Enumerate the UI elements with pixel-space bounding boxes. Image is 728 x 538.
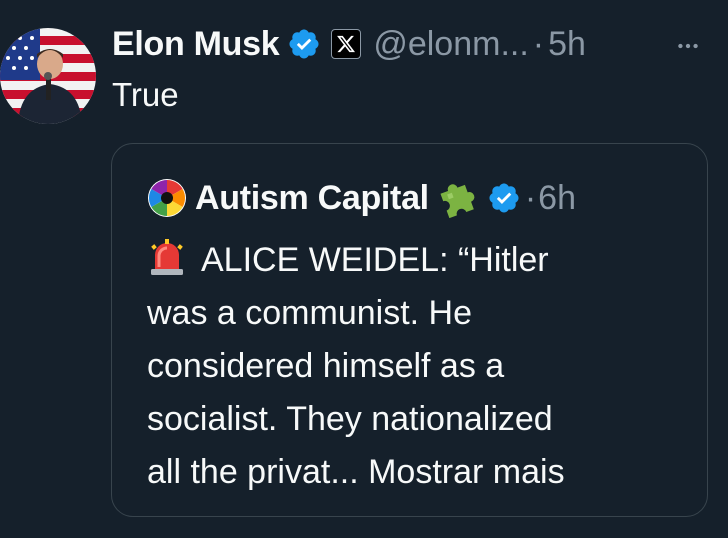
quoted-text-line-3: considered himself as a xyxy=(147,347,505,385)
puzzle-piece-icon xyxy=(437,177,479,219)
x-logo-icon xyxy=(331,29,362,59)
more-options-icon[interactable] xyxy=(668,26,708,66)
tweet-text: True xyxy=(112,76,179,113)
tweet[interactable]: Elon Musk @elonm... · 5h True Autism Cap… xyxy=(0,0,728,538)
quoted-tweet-card[interactable]: Autism Capital · 6h ALICE WEIDEL: “Hitle… xyxy=(111,143,708,517)
quoted-text-line-4: socialist. They nationalized xyxy=(147,400,553,438)
quoted-author-name[interactable]: Autism Capital xyxy=(195,179,429,218)
quoted-separator-dot: · xyxy=(524,178,537,217)
author-handle[interactable]: @elonm... xyxy=(373,25,528,64)
quoted-verified-badge-icon[interactable] xyxy=(487,181,521,215)
quoted-tweet-header: Autism Capital · 6h xyxy=(147,176,576,220)
verified-badge-icon[interactable] xyxy=(287,27,321,61)
quoted-text-line-1: ALICE WEIDEL: “Hitler xyxy=(201,241,549,279)
quoted-text-line-5[interactable]: all the privat... Mostrar mais xyxy=(147,446,687,499)
author-name[interactable]: Elon Musk xyxy=(112,25,280,64)
quoted-author-avatar[interactable] xyxy=(147,178,187,218)
quoted-text-line: ALICE WEIDEL: “Hitler xyxy=(147,234,687,287)
siren-icon xyxy=(147,237,187,277)
tweet-header: Elon Musk @elonm... · 5h xyxy=(112,22,586,66)
tweet-timestamp[interactable]: 5h xyxy=(548,25,586,64)
quoted-tweet-text: ALICE WEIDEL: “Hitler was a communist. H… xyxy=(147,234,687,499)
separator-dot: · xyxy=(532,24,545,63)
avatar[interactable] xyxy=(0,28,96,124)
quoted-text-line-2: was a communist. He xyxy=(147,294,472,332)
quoted-tweet-timestamp[interactable]: 6h xyxy=(538,179,576,218)
